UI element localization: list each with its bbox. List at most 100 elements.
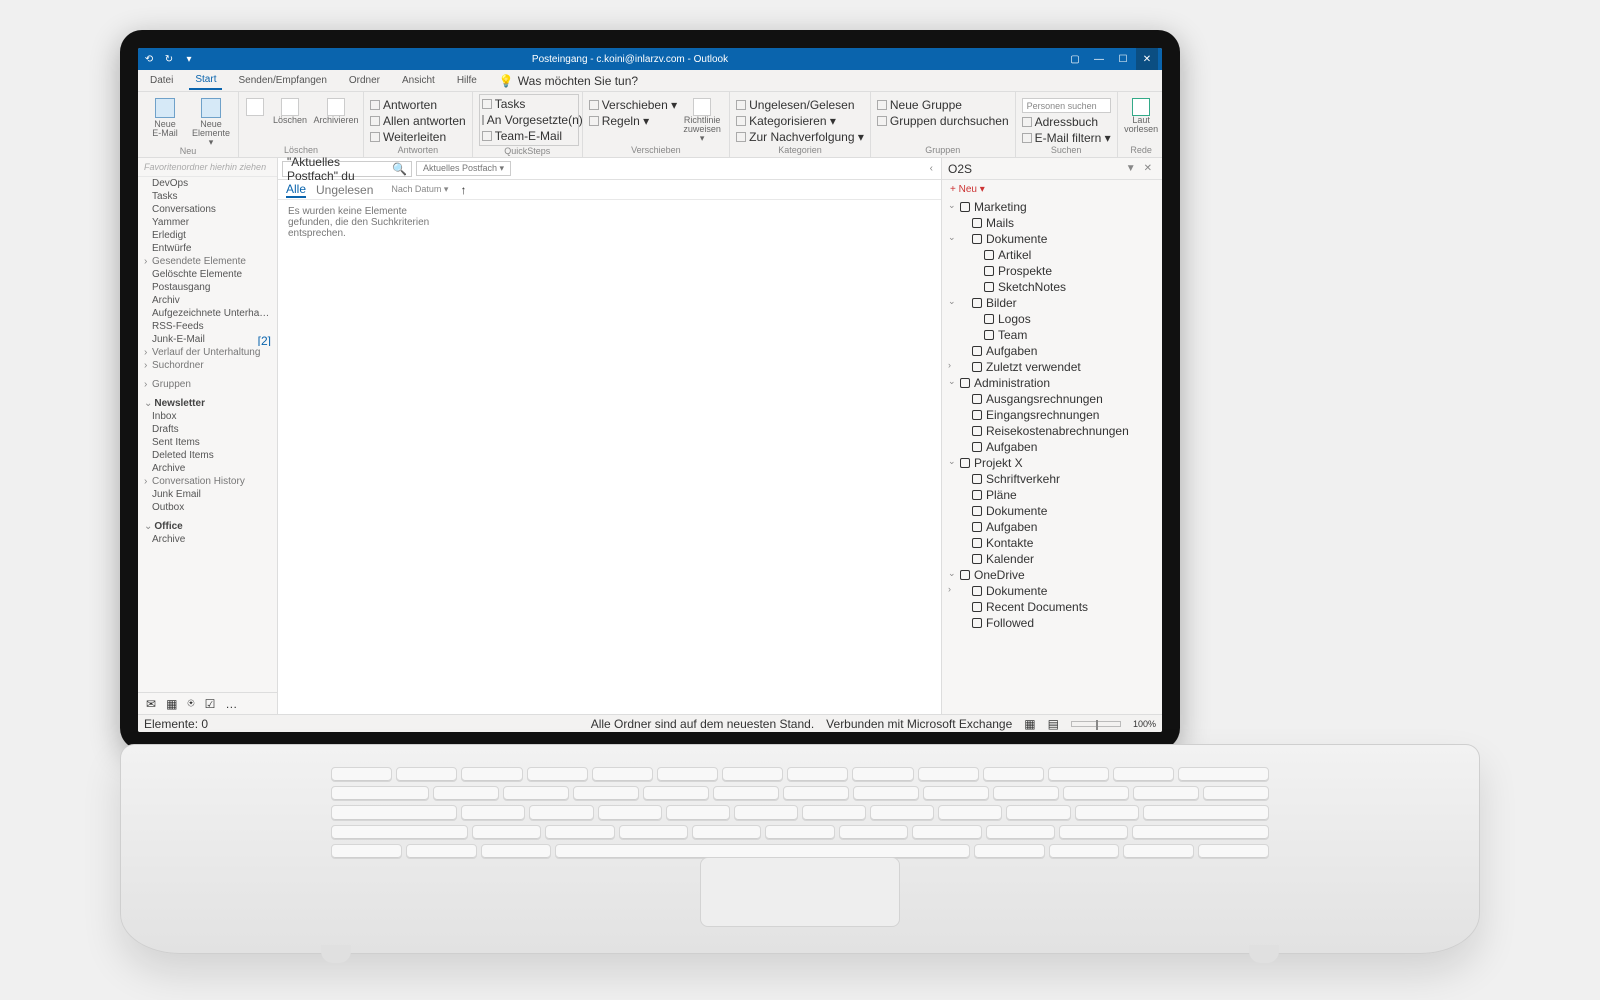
o2s-tree-item[interactable]: Dokumente: [946, 503, 1158, 519]
folder-item[interactable]: Inbox: [138, 410, 277, 423]
o2s-tree-item[interactable]: Mails: [946, 215, 1158, 231]
read-aloud-button[interactable]: Lautvorlesen: [1124, 94, 1159, 134]
folder-item[interactable]: Postausgang: [138, 281, 277, 294]
quickstep-tasks[interactable]: Tasks: [482, 97, 576, 111]
o2s-tree-item[interactable]: Reisekostenabrechnungen: [946, 423, 1158, 439]
folder-item[interactable]: Sent Items: [138, 436, 277, 449]
folder-item[interactable]: Entwürfe: [138, 242, 277, 255]
filter-tab-unread[interactable]: Ungelesen: [316, 183, 373, 197]
tab-hilfe[interactable]: Hilfe: [451, 72, 483, 89]
chevron-down-icon[interactable]: ⌄: [948, 376, 956, 387]
o2s-tree-item[interactable]: Kontakte: [946, 535, 1158, 551]
chevron-right-icon[interactable]: ›: [948, 360, 951, 370]
folder-item[interactable]: Junk-E-Mail[2]: [138, 333, 277, 346]
folder-item[interactable]: Drafts: [138, 423, 277, 436]
folder-item[interactable]: DevOps: [138, 177, 277, 190]
folder-item[interactable]: Tasks: [138, 190, 277, 203]
tab-senden-empfangen[interactable]: Senden/Empfangen: [232, 72, 332, 89]
o2s-pane-dropdown-icon[interactable]: ▼: [1122, 163, 1140, 174]
ribbon-display-options-icon[interactable]: ▢: [1064, 48, 1086, 70]
chevron-down-icon[interactable]: ⌄: [948, 200, 956, 211]
collapse-folder-pane-icon[interactable]: ‹: [926, 163, 937, 174]
folder-item[interactable]: Conversation History: [138, 475, 277, 488]
folder-item[interactable]: Yammer: [138, 216, 277, 229]
chevron-right-icon[interactable]: ›: [948, 584, 951, 594]
account-header[interactable]: Newsletter: [138, 397, 277, 410]
zoom-slider[interactable]: [1071, 721, 1121, 727]
sort-direction-icon[interactable]: ↑: [460, 183, 466, 197]
folder-item[interactable]: Junk Email: [138, 488, 277, 501]
tab-start[interactable]: Start: [189, 71, 222, 90]
o2s-pane-close-icon[interactable]: ✕: [1140, 163, 1156, 174]
tell-me-search[interactable]: 💡 Was möchten Sie tun?: [499, 74, 638, 88]
o2s-tree-item[interactable]: ⌄Projekt X: [946, 455, 1158, 471]
o2s-tree-item[interactable]: Prospekte: [946, 263, 1158, 279]
view-reading-icon[interactable]: ▤: [1048, 717, 1059, 731]
chevron-down-icon[interactable]: ⌄: [948, 568, 956, 579]
folder-item[interactable]: Aufgezeichnete Unterhaltu…: [138, 307, 277, 320]
tasks-module-icon[interactable]: ☑: [205, 697, 216, 711]
o2s-tree-item[interactable]: Recent Documents: [946, 599, 1158, 615]
o2s-tree-item[interactable]: Logos: [946, 311, 1158, 327]
quickstep-to-boss[interactable]: An Vorgesetzte(n): [482, 113, 576, 127]
folder-item[interactable]: Suchordner: [138, 359, 277, 372]
redo-icon[interactable]: ↻: [162, 54, 176, 65]
o2s-tree-item[interactable]: ›Dokumente: [946, 583, 1158, 599]
o2s-tree-item[interactable]: ›Zuletzt verwendet: [946, 359, 1158, 375]
o2s-tree-item[interactable]: Aufgaben: [946, 439, 1158, 455]
o2s-tree-item[interactable]: Pläne: [946, 487, 1158, 503]
more-modules-icon[interactable]: …: [225, 697, 237, 711]
move-button[interactable]: Verschieben ▾: [589, 98, 677, 112]
o2s-tree-item[interactable]: Ausgangsrechnungen: [946, 391, 1158, 407]
o2s-tree-item[interactable]: Eingangsrechnungen: [946, 407, 1158, 423]
tab-ansicht[interactable]: Ansicht: [396, 72, 441, 89]
o2s-tree-item[interactable]: Aufgaben: [946, 343, 1158, 359]
search-scope-dropdown[interactable]: Aktuelles Postfach ▾: [416, 161, 511, 176]
people-module-icon[interactable]: ⍟: [187, 696, 194, 711]
filter-tab-all[interactable]: Alle: [286, 182, 306, 198]
folder-item[interactable]: Gruppen: [138, 378, 277, 391]
calendar-module-icon[interactable]: ▦: [166, 697, 177, 711]
maximize-button[interactable]: ☐: [1112, 48, 1134, 70]
archive-button[interactable]: Archivieren: [315, 94, 357, 125]
tab-ordner[interactable]: Ordner: [343, 72, 386, 89]
forward-button[interactable]: Weiterleiten: [370, 130, 466, 144]
o2s-tree-item[interactable]: ⌄Marketing: [946, 199, 1158, 215]
chevron-down-icon[interactable]: ⌄: [948, 232, 956, 243]
address-book-button[interactable]: Adressbuch: [1022, 115, 1111, 129]
follow-up-button[interactable]: Zur Nachverfolgung ▾: [736, 130, 864, 144]
folder-item[interactable]: Verlauf der Unterhaltung: [138, 346, 277, 359]
chevron-down-icon[interactable]: ⌄: [948, 296, 956, 307]
folder-item[interactable]: Erledigt: [138, 229, 277, 242]
close-button[interactable]: ✕: [1136, 48, 1158, 70]
o2s-tree-item[interactable]: Aufgaben: [946, 519, 1158, 535]
o2s-tree-item[interactable]: Kalender: [946, 551, 1158, 567]
qat-customize-icon[interactable]: ▾: [182, 54, 196, 65]
folder-item[interactable]: RSS-Feeds: [138, 320, 277, 333]
account-header[interactable]: Office: [138, 520, 277, 533]
folder-item[interactable]: Archive: [138, 533, 277, 546]
browse-groups-button[interactable]: Gruppen durchsuchen: [877, 114, 1009, 128]
new-email-button[interactable]: NeueE-Mail: [144, 94, 186, 138]
categorize-button[interactable]: Kategorisieren ▾: [736, 114, 864, 128]
o2s-tree-item[interactable]: ⌄Administration: [946, 375, 1158, 391]
new-items-button[interactable]: NeueElemente ▾: [190, 94, 232, 147]
folder-item[interactable]: Conversations: [138, 203, 277, 216]
tab-datei[interactable]: Datei: [144, 72, 179, 89]
reply-button[interactable]: Antworten: [370, 98, 466, 112]
folder-item[interactable]: Archive: [138, 462, 277, 475]
mail-module-icon[interactable]: ✉: [146, 697, 156, 711]
chevron-down-icon[interactable]: ⌄: [948, 456, 956, 467]
o2s-tree-item[interactable]: ⌄Dokumente: [946, 231, 1158, 247]
new-group-button[interactable]: Neue Gruppe: [877, 98, 1009, 112]
o2s-tree-item[interactable]: ⌄OneDrive: [946, 567, 1158, 583]
search-input[interactable]: "Aktuelles Postfach" du 🔍: [282, 161, 412, 177]
delete-button[interactable]: Löschen: [269, 94, 311, 125]
reply-all-button[interactable]: Allen antworten: [370, 114, 466, 128]
o2s-tree-item[interactable]: Team: [946, 327, 1158, 343]
o2s-tree-item[interactable]: Followed: [946, 615, 1158, 631]
view-normal-icon[interactable]: ▦: [1024, 717, 1035, 731]
unread-read-button[interactable]: Ungelesen/Gelesen: [736, 98, 864, 112]
o2s-tree-item[interactable]: ⌄Bilder: [946, 295, 1158, 311]
o2s-tree-item[interactable]: Schriftverkehr: [946, 471, 1158, 487]
